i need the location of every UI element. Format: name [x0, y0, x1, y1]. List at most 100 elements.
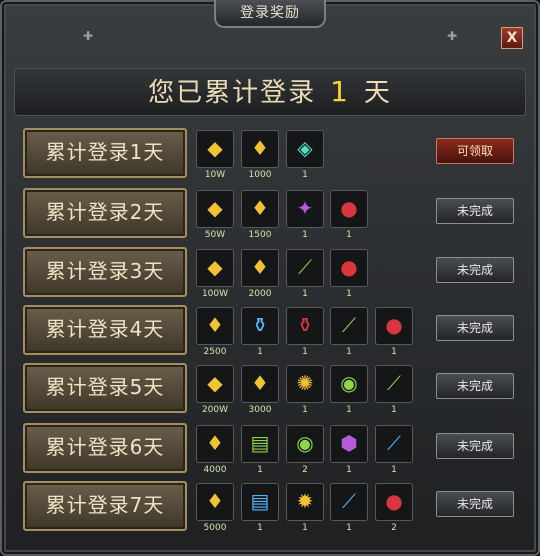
fire-torch-icon[interactable]: ✹	[286, 483, 324, 521]
gold-bag-icon[interactable]: ♦	[241, 190, 279, 228]
item-glyph: ♦	[251, 136, 269, 160]
item-count: 1	[346, 289, 352, 299]
day-label-plate: 累计登录4天	[23, 305, 187, 355]
green-feather-icon[interactable]: ⟋	[330, 307, 368, 345]
item-glyph: ✺	[296, 371, 314, 395]
incomplete-button[interactable]: 未完成	[436, 257, 514, 283]
day-label-plate: 累计登录3天	[23, 247, 187, 297]
red-gem-icon[interactable]: ●	[330, 249, 368, 287]
item-glyph: ●	[385, 489, 403, 513]
blue-feather-icon[interactable]: ⟋	[330, 483, 368, 521]
green-scroll-icon[interactable]: ▤	[241, 425, 279, 463]
item-count: 1	[346, 465, 352, 475]
green-orb-icon[interactable]: ◉	[286, 425, 324, 463]
incomplete-button[interactable]: 未完成	[436, 315, 514, 341]
day-label-plate: 累计登录7天	[23, 481, 187, 531]
item-count: 1	[346, 347, 352, 357]
reward-row: 累计登录5天 ◆ 200W ♦ 3000 ✺ 1 ◉ 1 ⟋ 1 未完成	[18, 361, 526, 415]
gold-bag-icon[interactable]: ♦	[241, 365, 279, 403]
item-count: 1	[302, 170, 308, 180]
day-label-plate: 累计登录1天	[23, 128, 187, 178]
item-count: 1	[391, 405, 397, 415]
green-feather-icon[interactable]: ⟋	[375, 365, 413, 403]
item-count: 1	[257, 465, 263, 475]
item-count: 5000	[203, 523, 227, 533]
item-glyph: ⟋	[298, 255, 312, 279]
gold-bag-icon[interactable]: ♦	[196, 307, 234, 345]
blue-potion-icon[interactable]: ⚱	[241, 307, 279, 345]
login-count-banner: 您已累计登录 1 天	[14, 68, 526, 116]
item-count: 1	[302, 230, 308, 240]
incomplete-button[interactable]: 未完成	[436, 433, 514, 459]
close-button[interactable]: X	[501, 27, 523, 49]
item-count: 3000	[248, 405, 272, 415]
banner-prefix: 您已累计登录	[148, 78, 317, 108]
item-glyph: ✹	[296, 489, 314, 513]
gold-bag-icon[interactable]: ♦	[241, 249, 279, 287]
incomplete-button[interactable]: 未完成	[436, 198, 514, 224]
item-glyph: ◉	[340, 371, 358, 395]
gold-ingot-icon[interactable]: ◆	[196, 365, 234, 403]
reward-row: 累计登录2天 ◆ 50W ♦ 1500 ✦ 1 ● 1 未完成	[18, 186, 526, 240]
jade-box-icon[interactable]: ◈	[286, 130, 324, 168]
reward-row: 累计登录4天 ♦ 2500 ⚱ 1 ⚱ 1 ⟋ 1 ● 1 未完成	[18, 303, 526, 357]
item-glyph: ♦	[251, 371, 269, 395]
item-count: 50W	[204, 230, 226, 240]
incomplete-button[interactable]: 未完成	[436, 373, 514, 399]
item-count: 1	[302, 289, 308, 299]
item-glyph: ⟋	[342, 313, 356, 337]
day-label-plate: 累计登录5天	[23, 363, 187, 413]
item-glyph: ◆	[207, 371, 223, 395]
incomplete-button[interactable]: 未完成	[436, 491, 514, 517]
reward-row: 累计登录1天 ◆ 10W ♦ 1000 ◈ 1 可领取	[18, 126, 526, 180]
item-count: 1	[391, 347, 397, 357]
item-count: 1	[346, 230, 352, 240]
item-count: 10W	[204, 170, 226, 180]
gold-ingot-icon[interactable]: ◆	[196, 130, 234, 168]
item-glyph: ●	[340, 196, 358, 220]
item-count: 2	[302, 465, 308, 475]
blue-scroll-icon[interactable]: ▤	[241, 483, 279, 521]
green-orb-icon[interactable]: ◉	[330, 365, 368, 403]
item-count: 1000	[248, 170, 272, 180]
item-count: 1	[346, 523, 352, 533]
item-glyph: ⚱	[251, 313, 269, 337]
rivet-icon: ✚	[82, 29, 94, 43]
reward-row: 累计登录6天 ♦ 4000 ▤ 1 ◉ 2 ⬢ 1 ⟋ 1 未完成	[18, 421, 526, 475]
item-glyph: ✦	[296, 196, 314, 220]
item-count: 1	[302, 347, 308, 357]
purple-gem-icon[interactable]: ⬢	[330, 425, 368, 463]
item-glyph: ⚱	[296, 313, 314, 337]
banner-suffix: 天	[363, 78, 392, 108]
item-glyph: ●	[385, 313, 403, 337]
green-feather-icon[interactable]: ⟋	[286, 249, 324, 287]
gold-ingot-icon[interactable]: ◆	[196, 249, 234, 287]
gold-bag-icon[interactable]: ♦	[196, 483, 234, 521]
item-glyph: ⟋	[387, 431, 401, 455]
gold-bag-icon[interactable]: ♦	[241, 130, 279, 168]
item-count: 2	[391, 523, 397, 533]
item-count: 1	[302, 405, 308, 415]
reward-row: 累计登录3天 ◆ 100W ♦ 2000 ⟋ 1 ● 1 未完成	[18, 245, 526, 299]
item-glyph: ◉	[296, 431, 314, 455]
reward-row: 累计登录7天 ♦ 5000 ▤ 1 ✹ 1 ⟋ 1 ● 2 未完成	[18, 479, 526, 533]
item-glyph: ♦	[251, 196, 269, 220]
item-count: 200W	[201, 405, 229, 415]
red-gem-icon[interactable]: ●	[375, 483, 413, 521]
red-gem-icon[interactable]: ●	[330, 190, 368, 228]
fire-emblem-icon[interactable]: ✺	[286, 365, 324, 403]
item-count: 1	[257, 523, 263, 533]
blue-feather-icon[interactable]: ⟋	[375, 425, 413, 463]
red-potion-icon[interactable]: ⚱	[286, 307, 324, 345]
rivet-icon: ✚	[446, 29, 458, 43]
item-count: 1500	[248, 230, 272, 240]
red-gem-icon[interactable]: ●	[375, 307, 413, 345]
item-glyph: ▤	[250, 431, 270, 455]
gold-bag-icon[interactable]: ♦	[196, 425, 234, 463]
gold-ingot-icon[interactable]: ◆	[196, 190, 234, 228]
item-glyph: ◆	[207, 196, 223, 220]
wings-icon[interactable]: ✦	[286, 190, 324, 228]
item-glyph: ◆	[207, 255, 223, 279]
claim-button[interactable]: 可领取	[436, 138, 514, 164]
item-count: 4000	[203, 465, 227, 475]
